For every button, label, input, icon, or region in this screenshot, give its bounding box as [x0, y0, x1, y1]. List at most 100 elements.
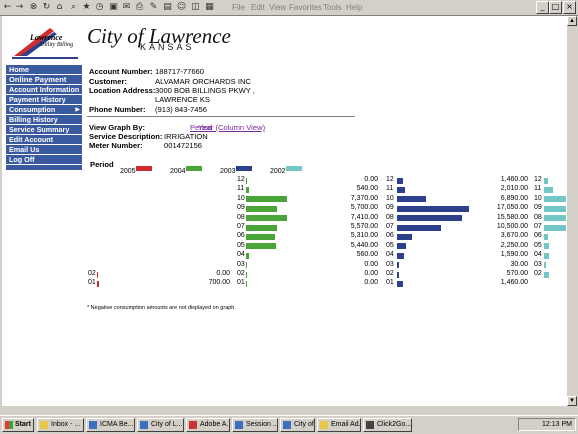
start-button[interactable]: Start	[2, 418, 34, 432]
customer-value: ALVAMAR ORCHARDS INC	[155, 77, 251, 86]
back-icon[interactable]: ←	[2, 2, 13, 12]
bar-2002-07	[544, 224, 566, 231]
app-icon	[40, 421, 48, 429]
period-label: 03	[386, 260, 394, 268]
bar-2005-02	[97, 271, 98, 278]
discuss-icon[interactable]: ▤	[162, 2, 173, 12]
consumption-value: 10,500.00	[496, 223, 528, 230]
vertical-scrollbar[interactable]: ▲ ▼	[566, 16, 577, 406]
sidebar-item-5[interactable]: Billing History	[6, 115, 82, 125]
customer-label: Customer:	[89, 77, 127, 86]
print-icon[interactable]: ⎙	[134, 2, 145, 12]
taskbar-button-4[interactable]: Session ...	[232, 418, 278, 432]
forward-icon[interactable]: →	[14, 2, 25, 12]
period-label: 08	[237, 213, 245, 221]
menu-favorites[interactable]: Favorites	[289, 3, 322, 12]
consumption-value: 7,370.00	[350, 194, 378, 202]
taskbar-button-1[interactable]: ICMA Be...	[86, 418, 135, 432]
bar-2004-02	[246, 271, 247, 278]
search-icon[interactable]: ⌕	[68, 2, 79, 12]
close-button[interactable]: ×	[563, 1, 576, 14]
taskbar-button-3[interactable]: Adobe A...	[186, 418, 230, 432]
taskbar-button-2[interactable]: City of L...	[137, 418, 184, 432]
legend-item-2004: 2004	[170, 160, 202, 178]
location-line1: 3000 BOB BILLINGS PKWY ,	[155, 86, 255, 95]
sidebar-item-8[interactable]: Email Us	[6, 145, 82, 155]
messenger-icon[interactable]: ☺	[176, 2, 187, 12]
menu-view[interactable]: View	[269, 3, 286, 12]
consumption-value: 17,050.00	[496, 204, 528, 212]
app-icon	[320, 421, 328, 429]
consumption-value: 0.00	[364, 260, 378, 268]
consumption-value: 700.00	[208, 279, 230, 287]
taskbar: Start Inbox - ... ICMA Be... City of L... A…	[0, 415, 578, 434]
status-bar	[0, 406, 578, 415]
bar-2003-02	[397, 271, 400, 278]
legend-item-2002: 2002	[270, 160, 302, 178]
menu-tools[interactable]: Tools	[323, 3, 342, 12]
scroll-up-icon[interactable]: ▲	[567, 16, 577, 26]
taskbar-button-5[interactable]: City of L...	[280, 418, 315, 432]
period-label: 09	[534, 204, 542, 212]
menu-edit[interactable]: Edit	[251, 3, 265, 12]
location-line2: LAWRENCE KS	[155, 95, 210, 104]
account-number-label: Account Number:	[89, 67, 153, 76]
period-label: 02	[534, 270, 542, 277]
media-icon[interactable]: ▣	[108, 2, 119, 12]
mail-icon[interactable]: ✉	[121, 2, 132, 12]
period-label: 10	[386, 194, 394, 202]
browser-toolbar: ← → ⊗ ↻ ⌂ ⌕ ★ ◷ ▣ ✉ ⎙ ✎ ▤ ☺ ◫ ▦ File Edi…	[0, 0, 578, 16]
bar-2002-11	[544, 186, 553, 193]
bar-2002-02	[544, 271, 549, 278]
research-icon[interactable]: ◫	[190, 2, 201, 12]
sidebar-item-6[interactable]: Service Summary	[6, 125, 82, 135]
refresh-icon[interactable]: ↻	[41, 2, 52, 12]
bar-2002-05	[544, 243, 549, 250]
view-by-year-link[interactable]: Year (Column View)	[198, 123, 265, 132]
sidebar-item-7[interactable]: Edit Account	[6, 135, 82, 145]
period-label: 06	[534, 232, 542, 240]
service-description-value: IRRIGATION	[164, 132, 208, 141]
consumption-value: 5,570.00	[350, 223, 378, 230]
sidebar-item-9[interactable]: Log Off	[6, 155, 82, 165]
favorites-icon[interactable]: ★	[81, 2, 92, 12]
taskbar-button-7[interactable]: Click2Go...	[363, 418, 412, 432]
period-label: 08	[386, 213, 394, 221]
home-icon[interactable]: ⌂	[54, 2, 65, 12]
state-name: KANSAS	[140, 42, 195, 52]
edit-icon[interactable]: ✎	[148, 2, 159, 12]
sidebar-item-3[interactable]: Payment History	[6, 95, 82, 105]
minimize-button[interactable]: _	[536, 1, 549, 14]
bar-2003-11	[397, 186, 406, 193]
scroll-down-icon[interactable]: ▼	[567, 396, 577, 406]
sidebar-item-4[interactable]: Consumption ▶	[6, 105, 82, 115]
menu-help[interactable]: Help	[346, 3, 362, 12]
taskbar-button-6[interactable]: Email Ad...	[317, 418, 361, 432]
app-icon	[189, 421, 197, 429]
app-icon	[283, 421, 291, 429]
sidebar-item-1[interactable]: Online Payment	[6, 75, 82, 85]
period-label: 01	[237, 279, 245, 287]
consumption-value: 2,010.00	[500, 185, 528, 193]
lawrence-logo[interactable]: Lawrence Utility Billing	[10, 22, 80, 60]
legend-label: 2002	[270, 168, 286, 175]
maximize-button[interactable]: □	[549, 1, 562, 14]
taskbar-button-0[interactable]: Inbox - ...	[37, 418, 84, 432]
legend-swatch	[185, 166, 202, 172]
stop-icon[interactable]: ⊗	[28, 2, 39, 12]
bar-2004-08	[246, 215, 287, 222]
period-label: 07	[386, 223, 394, 230]
period-label: 11	[534, 185, 542, 193]
sidebar-item-2[interactable]: Account Information	[6, 85, 82, 95]
tool-icon[interactable]: ▦	[204, 2, 215, 12]
history-icon[interactable]: ◷	[94, 2, 105, 12]
menu-file[interactable]: File	[232, 3, 245, 12]
bar-2002-06	[544, 233, 548, 240]
divider	[87, 116, 355, 117]
legend-item-2005: 2005	[120, 160, 152, 178]
period-label: 02	[237, 270, 245, 277]
sidebar-item-0[interactable]: Home	[6, 65, 82, 75]
period-label: 10	[534, 194, 542, 202]
legend-swatch	[135, 166, 152, 172]
period-label: 07	[534, 223, 542, 230]
